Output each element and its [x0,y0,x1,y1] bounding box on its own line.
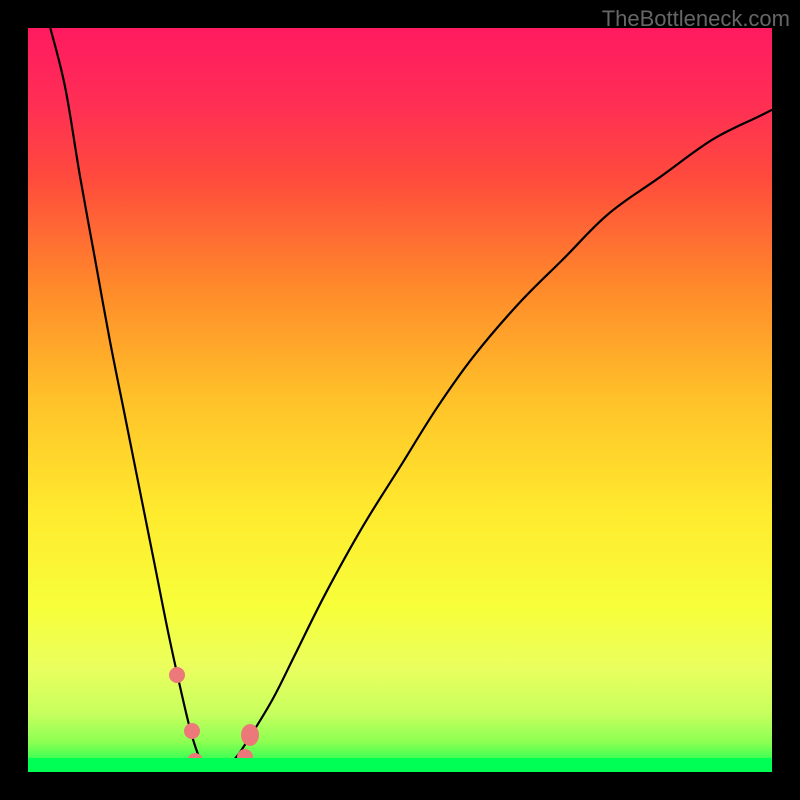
highlight-dot [241,724,259,746]
watermark-text: TheBottleneck.com [602,6,790,32]
gradient-background [28,28,772,772]
baseline-strip [28,758,772,772]
highlight-dot [169,667,185,683]
chart-area [28,28,772,772]
highlight-dot [184,723,200,739]
